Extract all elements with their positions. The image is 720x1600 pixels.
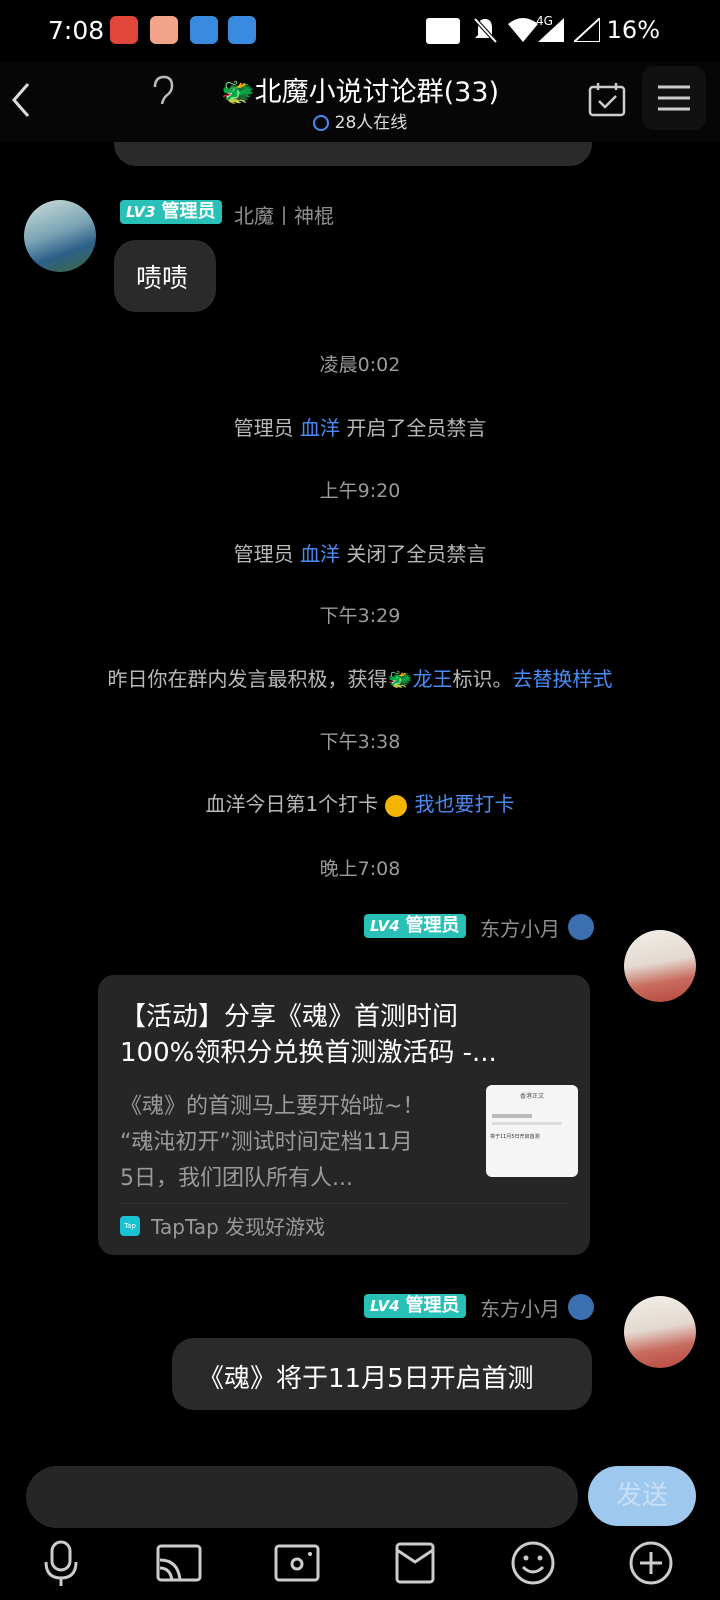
system-text: 血洋今日第1个打卡	[205, 792, 385, 816]
app-notification-icon	[190, 16, 218, 44]
card-title-line: 100%领积分兑换首测激活码 -...	[120, 1038, 497, 1068]
badge-star-icon	[384, 794, 407, 817]
thumb-line	[492, 1114, 532, 1118]
cell-signal-icon	[574, 18, 600, 42]
system-text: 标识。	[452, 667, 513, 691]
avatar[interactable]	[24, 200, 96, 272]
photo-icon[interactable]	[272, 1538, 322, 1588]
app-notification-icon	[110, 16, 138, 44]
admin-name-link[interactable]: 血洋	[300, 542, 340, 566]
message-text: 《魂》将于11月5日开启首测	[198, 1364, 534, 1394]
card-divider	[120, 1203, 568, 1204]
badge-role: 管理员	[161, 201, 216, 222]
role-badge: LV3 管理员	[120, 200, 222, 224]
gift-icon[interactable]	[390, 1538, 440, 1588]
message-text: 啧啧	[136, 264, 189, 294]
badge-level: LV4	[370, 917, 400, 935]
badge-level: LV3	[126, 203, 156, 221]
system-message: 昨日你在群内发言最积极，获得🐲龙王标识。去替换样式	[0, 663, 720, 692]
message-bubble[interactable]: 《魂》将于11月5日开启首测	[172, 1338, 592, 1410]
online-indicator-icon	[312, 115, 329, 131]
timestamp: 上午9:20	[319, 480, 401, 502]
cast-icon[interactable]	[154, 1538, 204, 1588]
send-button[interactable]: 发送	[588, 1466, 696, 1526]
cell-signal-icon	[538, 18, 564, 42]
timestamp: 晚上7:08	[319, 858, 401, 880]
chat-header: 🐲北魔小说讨论群(33) 28人在线	[0, 62, 720, 142]
sender-info: LV4 管理员 东方小月	[364, 1294, 594, 1321]
signal-icon	[426, 18, 460, 44]
sender-name: 东方小月	[480, 917, 560, 941]
thumb-text: 将于11月5日开启首测	[490, 1134, 540, 1140]
mute-bell-icon	[473, 17, 498, 44]
card-thumbnail: 香港正文 将于11月5日开启首测	[486, 1085, 578, 1177]
sender-name: 北魔丨神棍	[234, 204, 334, 228]
role-badge: LV4 管理员	[364, 1294, 466, 1318]
emoji-icon[interactable]	[508, 1538, 558, 1588]
badge-level: LV4	[370, 1297, 400, 1315]
sender-info: LV4 管理员 东方小月	[364, 914, 594, 941]
card-source-label: TapTap 发现好游戏	[151, 1215, 326, 1239]
taptap-icon: Tap	[120, 1215, 140, 1236]
card-source: Tap TapTap 发现好游戏	[120, 1211, 325, 1241]
menu-button[interactable]	[642, 66, 706, 130]
checkin-link[interactable]: 我也要打卡	[415, 792, 515, 816]
app-notification-icon	[150, 16, 178, 44]
system-text: 开启了全员禁言	[340, 416, 487, 440]
menu-icon	[658, 85, 690, 111]
battery-level: 16%	[606, 16, 660, 44]
system-text: 昨日你在群内发言最积极，获得🐲	[107, 667, 413, 691]
badge-role: 管理员	[405, 915, 460, 936]
system-text: 关闭了全员禁言	[340, 542, 487, 566]
message-bubble-partial	[114, 142, 592, 166]
system-text: 管理员	[233, 542, 300, 566]
thumb-line	[492, 1122, 562, 1125]
card-desc-line: 5日，我们团队所有人...	[120, 1166, 353, 1191]
wifi-icon	[508, 18, 538, 42]
timestamp: 凌晨0:02	[319, 354, 401, 376]
system-message: 管理员 血洋 开启了全员禁言	[0, 412, 720, 441]
dragon-king-icon	[568, 914, 594, 940]
avatar[interactable]	[624, 1296, 696, 1368]
card-title-line: 【活动】分享《魂》首测时间	[120, 1002, 459, 1032]
role-badge: LV4 管理员	[364, 914, 466, 938]
status-bar: 7:08 4G 16%	[0, 0, 720, 62]
system-message: 血洋今日第1个打卡 我也要打卡	[0, 788, 720, 817]
status-time: 7:08	[48, 16, 105, 45]
card-title: 【活动】分享《魂》首测时间 100%领积分兑换首测激活码 -...	[120, 999, 580, 1071]
timestamp: 下午3:38	[319, 731, 401, 753]
avatar[interactable]	[624, 930, 696, 1002]
plus-icon[interactable]	[626, 1538, 676, 1588]
online-count-label: 28人在线	[334, 113, 408, 133]
system-message: 管理员 血洋 关闭了全员禁言	[0, 538, 720, 567]
system-text: 管理员	[233, 416, 300, 440]
card-desc-line: 《魂》的首测马上要开始啦~！	[120, 1094, 425, 1119]
admin-name-link[interactable]: 血洋	[300, 416, 340, 440]
message-bubble[interactable]: 啧啧	[114, 240, 216, 312]
calendar-check-icon[interactable]	[588, 82, 626, 118]
card-description: 《魂》的首测马上要开始啦~！ “魂沌初开”测试时间定档11月 5日，我们团队所有…	[120, 1089, 460, 1197]
link-card[interactable]: 【活动】分享《魂》首测时间 100%领积分兑换首测激活码 -... 《魂》的首测…	[98, 975, 590, 1255]
sender-name: 东方小月	[480, 1297, 560, 1321]
app-notification-icon	[228, 16, 256, 44]
badge-role: 管理员	[405, 1295, 460, 1316]
timestamp: 下午3:29	[319, 605, 401, 627]
replace-style-link[interactable]: 去替换样式	[512, 667, 612, 691]
card-desc-line: “魂沌初开”测试时间定档11月	[120, 1130, 413, 1155]
thumb-title: 香港正文	[519, 1093, 544, 1100]
mic-icon[interactable]	[36, 1538, 86, 1588]
message-input[interactable]	[26, 1466, 578, 1528]
dragon-king-icon	[568, 1294, 594, 1320]
dragon-king-link[interactable]: 龙王	[412, 667, 452, 691]
